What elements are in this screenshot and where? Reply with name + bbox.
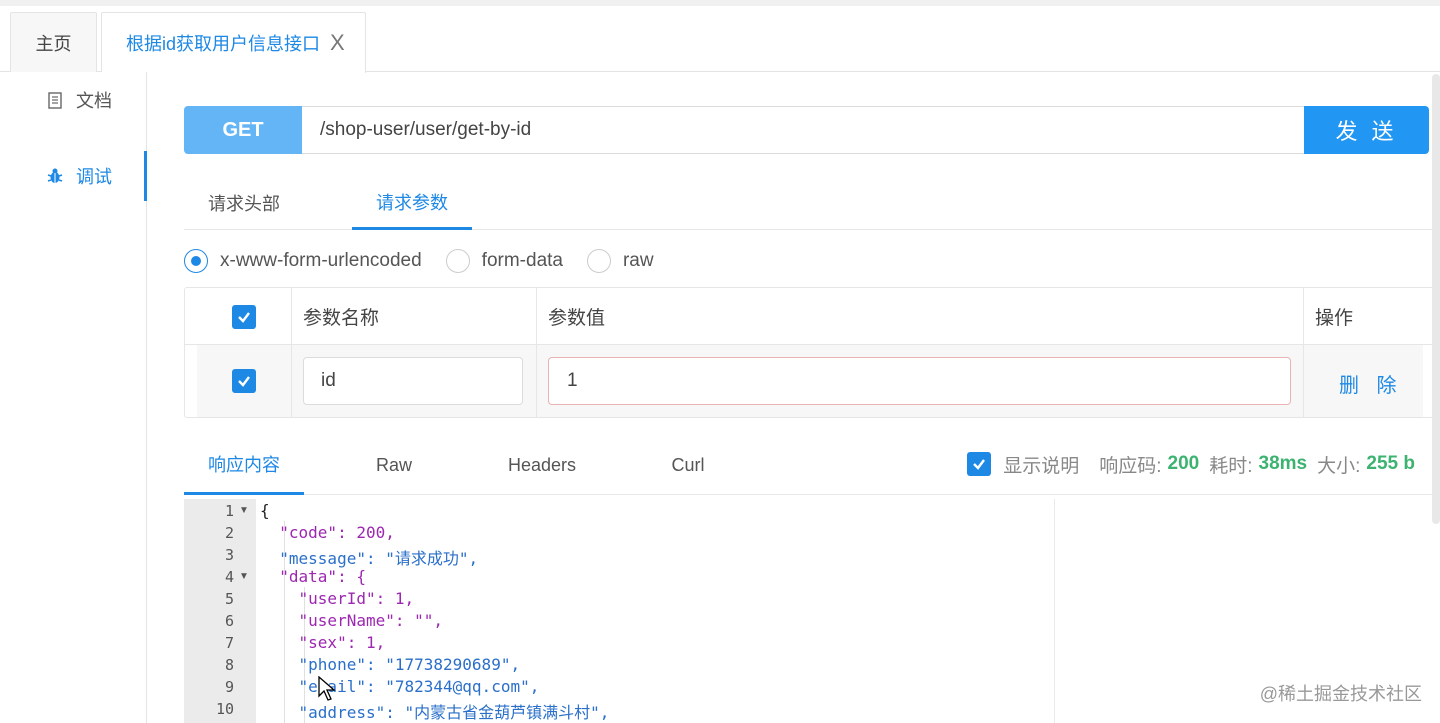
check-icon [238, 376, 250, 387]
document-icon [46, 91, 64, 109]
response-meta: 显示说明 响应码: 200 耗时: 38ms 大小: 255 b [967, 436, 1415, 492]
code-line: "phone": "17738290689", [260, 655, 521, 674]
tab-response-headers[interactable]: Headers [482, 436, 602, 495]
url-input[interactable]: /shop-user/user/get-by-id [302, 106, 1305, 154]
tab-response-raw[interactable]: Raw [334, 436, 454, 495]
sidebar-item-debug[interactable]: 调试 [0, 151, 147, 201]
request-bar: GET /shop-user/user/get-by-id 发 送 [184, 106, 1429, 154]
request-tabs: 请求头部 请求参数 [184, 176, 1440, 230]
code-line: "userId": 1, [260, 589, 415, 608]
line-number: 5 [224, 590, 234, 608]
code-line: { [260, 501, 270, 520]
close-icon[interactable]: X [330, 32, 345, 54]
tab-home[interactable]: 主页 [10, 12, 97, 72]
response-editor[interactable]: 1 2 3 4 5 6 7 8 9 10 ▼ ▼ { "code": 200, … [184, 499, 1055, 723]
select-all-checkbox[interactable] [232, 305, 256, 329]
column-divider [536, 288, 537, 417]
tab-api-detail[interactable]: 根据id获取用户信息接口 X [101, 12, 366, 73]
code-line: "code": 200, [260, 523, 395, 542]
fold-arrow-icon[interactable]: ▼ [239, 505, 249, 516]
header-param-value: 参数值 [548, 308, 606, 329]
tab-response-curl[interactable]: Curl [628, 436, 748, 495]
row-checkbox[interactable] [232, 369, 256, 393]
line-number: 2 [224, 524, 234, 542]
code-line: "message": "请求成功", [260, 549, 479, 568]
tab-home-label: 主页 [35, 33, 72, 54]
code-line: "email": "782344@qq.com", [260, 677, 540, 696]
show-desc-label: 显示说明 [1003, 455, 1080, 477]
sidebar: 文档 调试 [0, 72, 147, 723]
tab-request-params[interactable]: 请求参数 [352, 176, 472, 230]
time-label: 耗时: [1209, 455, 1253, 477]
radio-label: form-data [481, 250, 563, 271]
size-value: 255 b [1366, 453, 1415, 474]
fold-arrow-icon[interactable]: ▼ [239, 571, 249, 582]
line-number: 4 [224, 568, 234, 586]
tab-response-content[interactable]: 响应内容 [184, 436, 304, 495]
radio-raw[interactable]: raw [586, 249, 654, 273]
method-selector[interactable]: GET [184, 106, 302, 154]
radio-selected-icon [184, 249, 208, 273]
tab-bar: 主页 根据id获取用户信息接口 X [0, 6, 1440, 73]
code-line: "userName": "", [260, 611, 444, 630]
code-line: "data": { [260, 567, 366, 586]
header-param-name: 参数名称 [303, 308, 380, 329]
status-code-label: 响应码: [1099, 455, 1162, 477]
size-label: 大小: [1317, 455, 1361, 477]
tab-api-label: 根据id获取用户信息接口 [126, 34, 321, 54]
sidebar-item-label: 调试 [76, 167, 112, 187]
line-number: 3 [224, 546, 234, 564]
line-number: 1 [224, 502, 234, 520]
watermark: @稀土掘金技术社区 [1259, 684, 1422, 704]
radio-form-data[interactable]: form-data [445, 249, 563, 273]
body-type-radios: x-www-form-urlencoded form-data raw [184, 247, 678, 275]
radio-label: raw [622, 250, 654, 271]
bug-icon [46, 167, 64, 185]
delete-param-link[interactable]: 删 除 [1339, 369, 1403, 398]
column-divider [291, 288, 292, 417]
line-number: 9 [224, 678, 234, 696]
radio-label: x-www-form-urlencoded [220, 250, 422, 271]
check-icon [238, 312, 250, 323]
show-desc-checkbox[interactable] [967, 452, 992, 476]
line-number: 10 [215, 700, 234, 718]
radio-empty-icon [445, 249, 470, 273]
sidebar-item-docs[interactable]: 文档 [0, 75, 147, 125]
sidebar-item-label: 文档 [76, 91, 112, 111]
line-number: 7 [224, 634, 234, 652]
code-line: "sex": 1, [260, 633, 386, 652]
param-name-input[interactable]: id [303, 357, 523, 405]
send-button[interactable]: 发 送 [1304, 106, 1429, 154]
column-divider [1303, 288, 1304, 417]
check-icon [973, 459, 986, 470]
line-number: 8 [224, 656, 234, 674]
time-value: 38ms [1258, 453, 1308, 474]
response-tabs: 响应内容 Raw Headers Curl 显示说明 响应码: 200 耗时: … [184, 436, 1440, 495]
status-code-value: 200 [1167, 453, 1200, 474]
line-number: 6 [224, 612, 234, 630]
radio-urlencoded[interactable]: x-www-form-urlencoded [184, 249, 422, 273]
radio-empty-icon [586, 249, 611, 273]
header-action: 操作 [1315, 308, 1354, 329]
scrollbar[interactable] [1432, 74, 1440, 524]
param-value-input[interactable]: 1 [548, 357, 1291, 405]
code-line: "address": "内蒙古省金葫芦镇满斗村", [260, 703, 610, 722]
tab-request-headers[interactable]: 请求头部 [184, 176, 304, 230]
mouse-cursor-icon [318, 675, 336, 707]
params-table: 参数名称 参数值 操作 id 1 删 除 [184, 287, 1437, 418]
